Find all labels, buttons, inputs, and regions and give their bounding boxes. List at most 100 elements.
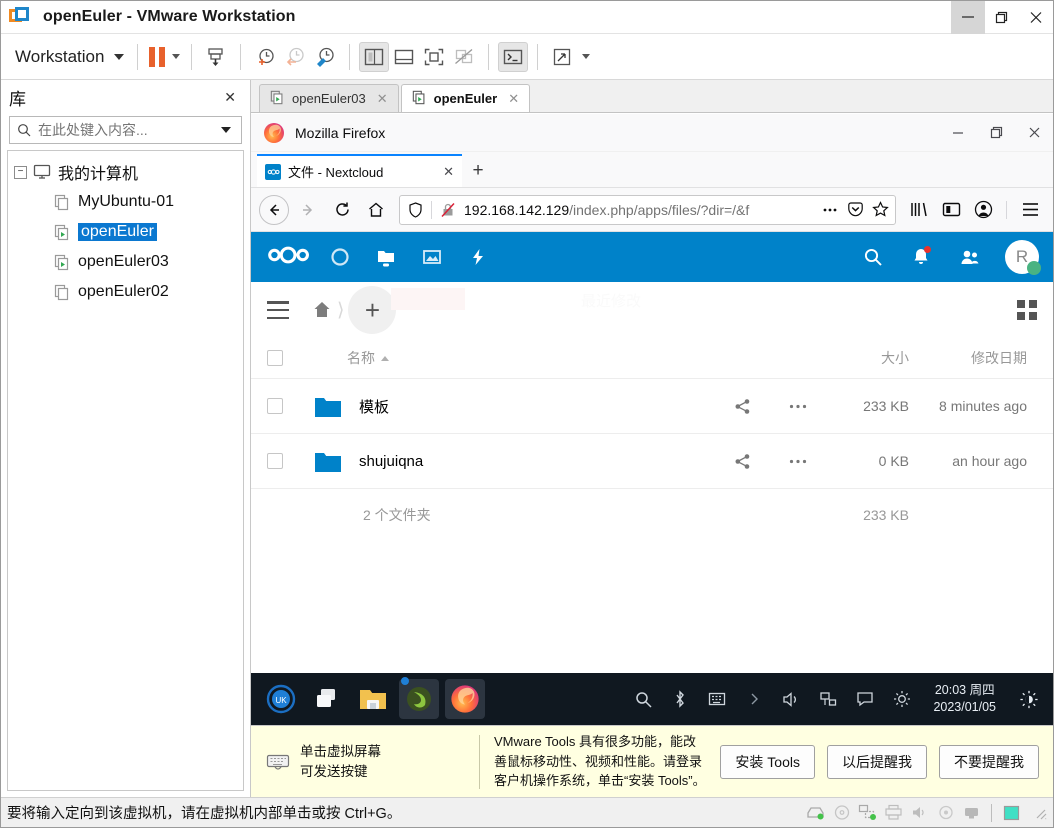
minimize-button[interactable] xyxy=(951,0,985,34)
stretch-dropdown-button[interactable] xyxy=(582,54,591,59)
install-tools-button[interactable]: 安装 Tools xyxy=(720,744,815,779)
dashboard-circle-icon[interactable] xyxy=(327,244,353,270)
sidebar-item-openeuler03[interactable]: openEuler03 xyxy=(8,247,243,277)
column-header-size[interactable]: 大小 xyxy=(825,348,909,368)
firefox-restore-button[interactable] xyxy=(977,114,1015,152)
guest-screen[interactable]: Mozilla Firefox 文件 - Nextcloud ✕ + 192.1… xyxy=(251,113,1053,725)
library-search-box[interactable] xyxy=(9,116,242,144)
hamburger-icon[interactable] xyxy=(267,301,289,319)
brightness-icon[interactable] xyxy=(892,689,912,709)
firefox-minimize-button[interactable] xyxy=(939,114,977,152)
column-header-name[interactable]: 名称 xyxy=(347,348,715,368)
terminal-button[interactable] xyxy=(399,677,439,719)
grid-view-icon[interactable] xyxy=(1017,300,1037,320)
display-icon[interactable] xyxy=(962,804,981,822)
resize-grip[interactable] xyxy=(1033,806,1047,820)
file-name[interactable]: shujuiqna xyxy=(359,453,715,470)
activity-bolt-icon[interactable] xyxy=(465,244,491,270)
browser-tab-nextcloud[interactable]: 文件 - Nextcloud ✕ xyxy=(257,154,462,187)
ellipsis-icon[interactable] xyxy=(821,201,839,219)
never-remind-button[interactable]: 不要提醒我 xyxy=(939,744,1039,779)
sidebar-icon[interactable] xyxy=(936,195,966,225)
share-icon[interactable] xyxy=(715,453,770,470)
forward-arrow-icon[interactable] xyxy=(293,195,323,225)
avatar[interactable]: R xyxy=(1005,240,1041,275)
usb-icon[interactable] xyxy=(936,804,955,822)
night-mode-icon[interactable] xyxy=(1019,689,1039,709)
shared-folders-icon[interactable] xyxy=(1002,804,1021,822)
row-checkbox[interactable] xyxy=(267,453,283,469)
firefox-taskbar-button[interactable] xyxy=(445,679,485,719)
library-icon[interactable] xyxy=(904,195,934,225)
sidebar-item-myubuntu-01[interactable]: MyUbuntu-01 xyxy=(8,187,243,217)
network-icon[interactable] xyxy=(818,689,838,709)
insecure-lock-icon[interactable] xyxy=(439,201,457,219)
back-arrow-icon[interactable] xyxy=(259,194,289,225)
cd-icon[interactable] xyxy=(832,804,851,822)
share-icon[interactable] xyxy=(715,398,770,415)
table-row[interactable]: 模板 233 KB 8 minutes ago xyxy=(251,378,1053,433)
search-input[interactable] xyxy=(36,121,221,139)
chevron-right-icon[interactable] xyxy=(744,689,764,709)
select-all-checkbox[interactable] xyxy=(267,350,283,366)
bluetooth-icon[interactable] xyxy=(670,689,690,709)
close-icon[interactable]: ✕ xyxy=(377,91,388,107)
send-ctrl-alt-del-button[interactable] xyxy=(201,42,231,72)
show-desktop-button[interactable] xyxy=(307,679,347,719)
shield-icon[interactable] xyxy=(406,201,424,219)
close-icon[interactable]: ✕ xyxy=(508,91,519,107)
take-snapshot-button[interactable] xyxy=(250,42,280,72)
show-thumbnail-bar-button[interactable] xyxy=(389,42,419,72)
pause-vm-button[interactable] xyxy=(147,46,182,67)
volume-icon[interactable] xyxy=(781,689,801,709)
column-header-modified[interactable]: 修改日期 xyxy=(909,348,1037,368)
star-icon[interactable] xyxy=(871,201,889,219)
show-library-button[interactable] xyxy=(359,41,390,72)
network-icon[interactable] xyxy=(858,804,877,822)
ellipsis-icon[interactable] xyxy=(770,459,825,464)
firefox-close-button[interactable] xyxy=(1015,114,1053,152)
tree-expander[interactable]: − xyxy=(14,165,27,179)
stretch-view-button[interactable] xyxy=(547,42,577,72)
console-view-button[interactable] xyxy=(498,41,529,72)
new-tab-button[interactable]: + xyxy=(462,154,494,187)
revert-snapshot-button[interactable] xyxy=(280,42,310,72)
unity-mode-button[interactable] xyxy=(449,42,479,72)
hamburger-menu-icon[interactable] xyxy=(1015,195,1045,225)
file-manager-button[interactable] xyxy=(353,679,393,719)
file-name[interactable]: 模板 xyxy=(359,396,715,417)
manage-snapshots-button[interactable] xyxy=(310,42,340,72)
library-close-button[interactable]: ✕ xyxy=(218,87,242,108)
table-row[interactable]: shujuiqna 0 KB an hour ago xyxy=(251,433,1053,488)
chevron-down-icon[interactable] xyxy=(221,127,231,133)
tab-openeuler[interactable]: openEuler ✕ xyxy=(400,84,531,112)
search-icon[interactable] xyxy=(633,689,653,709)
sidebar-item-openeuler02[interactable]: openEuler02 xyxy=(8,277,243,307)
close-button[interactable] xyxy=(1019,1,1053,34)
pocket-icon[interactable] xyxy=(846,201,864,219)
bell-icon[interactable] xyxy=(909,245,933,269)
reload-icon[interactable] xyxy=(327,195,357,225)
new-file-button[interactable]: + xyxy=(348,286,397,334)
folder-icon[interactable] xyxy=(373,244,399,270)
home-breadcrumb-icon[interactable] xyxy=(311,299,333,321)
start-menu-button[interactable]: UK xyxy=(261,679,301,719)
message-icon[interactable] xyxy=(855,689,875,709)
ellipsis-icon[interactable] xyxy=(770,404,825,409)
account-icon[interactable] xyxy=(968,195,998,225)
tree-root-my-computer[interactable]: − 我的计算机 xyxy=(8,157,243,187)
contacts-icon[interactable] xyxy=(957,245,981,269)
row-checkbox[interactable] xyxy=(267,398,283,414)
taskbar-clock[interactable]: 20:03 周四 2023/01/05 xyxy=(933,682,996,716)
url-bar[interactable]: 192.168.142.129/index.php/apps/files/?di… xyxy=(399,194,896,225)
keyboard-icon[interactable] xyxy=(707,689,727,709)
home-icon[interactable] xyxy=(361,195,391,225)
nextcloud-logo[interactable] xyxy=(265,244,313,270)
tab-openeuler03[interactable]: openEuler03 ✕ xyxy=(259,84,399,112)
fullscreen-button[interactable] xyxy=(419,42,449,72)
printer-icon[interactable] xyxy=(884,804,903,822)
sidebar-item-openeuler[interactable]: openEuler xyxy=(8,217,243,247)
sound-icon[interactable] xyxy=(910,804,929,822)
search-icon[interactable] xyxy=(861,245,885,269)
harddisk-icon[interactable] xyxy=(806,804,825,822)
